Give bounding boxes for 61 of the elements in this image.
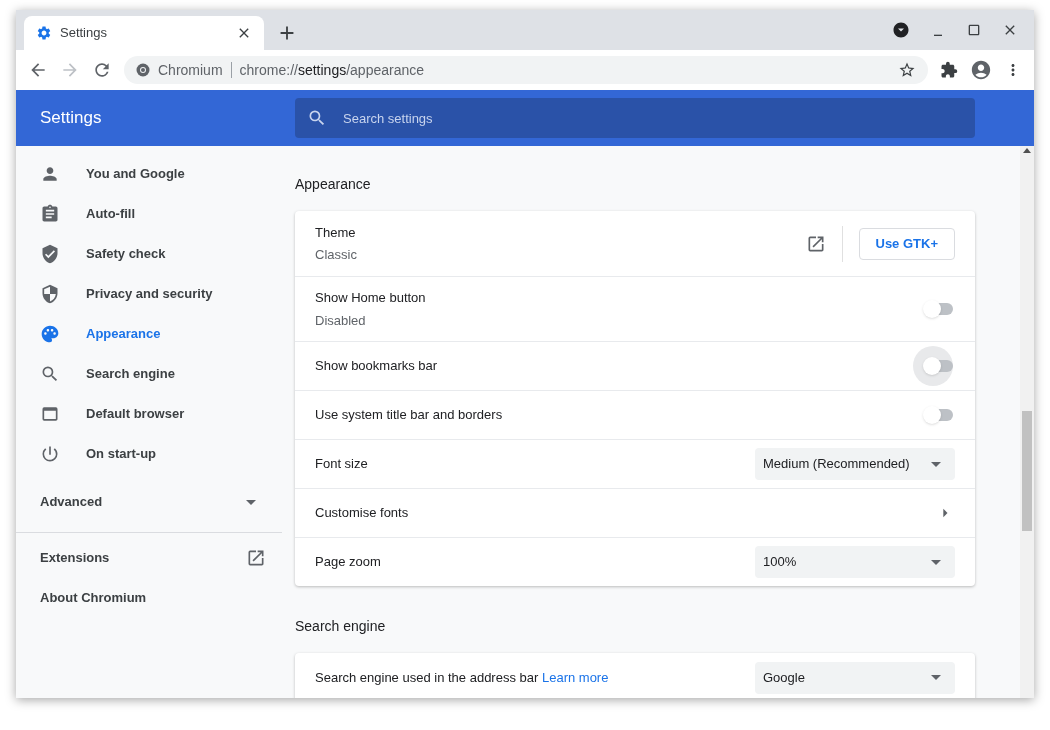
shield-check-icon <box>40 244 60 264</box>
search-input[interactable]: Search settings <box>343 104 963 132</box>
star-icon[interactable] <box>898 61 916 79</box>
setting-label: Show bookmarks bar <box>315 357 438 376</box>
chromium-logo-icon <box>136 63 150 77</box>
page-title: Settings <box>39 107 103 130</box>
dropdown-select[interactable]: Medium (Recommended) <box>755 448 955 480</box>
about-link[interactable]: About Chromium <box>40 588 147 608</box>
setting-label: Show Home button <box>315 289 426 307</box>
caret-icon <box>931 461 941 467</box>
external-link-icon[interactable] <box>246 548 266 568</box>
profile-icon[interactable] <box>970 59 992 81</box>
sidebar-item[interactable]: Appearance <box>16 314 282 354</box>
clipboard-icon <box>40 204 60 224</box>
search-field[interactable]: Search settings <box>295 98 975 138</box>
setting-label: Font size <box>315 455 368 474</box>
search-icon <box>307 108 327 128</box>
scrollbar[interactable] <box>1020 146 1034 698</box>
reload-icon[interactable] <box>92 60 112 80</box>
use-gtk-button[interactable]: Use GTK+ <box>858 227 955 260</box>
puzzle-icon[interactable] <box>940 61 958 79</box>
caret-icon <box>931 675 941 680</box>
power-icon <box>40 444 60 464</box>
setting-sublabel: Classic <box>315 246 357 264</box>
caret-icon <box>931 559 941 565</box>
shield-icon <box>40 284 60 304</box>
palette-icon <box>40 324 60 344</box>
setting-sublabel: Disabled <box>315 311 367 330</box>
maximize-icon[interactable] <box>966 22 982 38</box>
sidebar-item[interactable]: Search engine <box>16 354 282 394</box>
learn-more-link[interactable]: Learn more <box>541 669 609 685</box>
url-text: chrome://settings/appearance <box>239 60 426 80</box>
sidebar-item[interactable]: On start-up <box>16 434 282 474</box>
sidebar-item[interactable]: Safety check <box>16 234 282 274</box>
browser-window-icon <box>40 404 60 424</box>
setting-label: Search engine used in the address bar Learn more <box>315 668 609 687</box>
sidebar-item[interactable]: Privacy and security <box>16 274 282 314</box>
search-icon <box>40 364 60 384</box>
toggle-switch[interactable] <box>925 303 953 315</box>
dropdown-select[interactable]: 100% <box>755 546 955 578</box>
sidebar-item[interactable]: Default browser <box>16 394 282 434</box>
extensions-link[interactable]: Extensions <box>40 548 110 568</box>
section-title: Search engine <box>295 617 387 636</box>
toggle-switch[interactable] <box>925 409 953 421</box>
setting-label: Page zoom <box>315 553 381 572</box>
section-title: Appearance <box>295 175 372 194</box>
dropdown-select[interactable]: Google <box>755 661 955 694</box>
address-bar[interactable]: Chromium chrome://settings/appearance <box>124 56 928 84</box>
tab-search-icon[interactable] <box>892 21 910 39</box>
site-label: Chromium <box>158 60 223 80</box>
advanced-toggle[interactable]: Advanced <box>16 474 282 530</box>
sidebar-item[interactable]: Auto-fill <box>16 194 282 234</box>
sidebar-item[interactable]: You and Google <box>16 154 282 194</box>
setting-label: Customise fonts <box>315 504 409 523</box>
toggle-switch[interactable] <box>925 360 953 372</box>
browser-tab[interactable]: Settings <box>24 16 264 50</box>
settings-icon <box>36 25 52 41</box>
tab-title: Settings <box>60 24 108 43</box>
caret-icon <box>246 499 256 505</box>
setting-label: Theme <box>315 223 357 242</box>
setting-label: Use system title bar and borders <box>315 406 503 425</box>
